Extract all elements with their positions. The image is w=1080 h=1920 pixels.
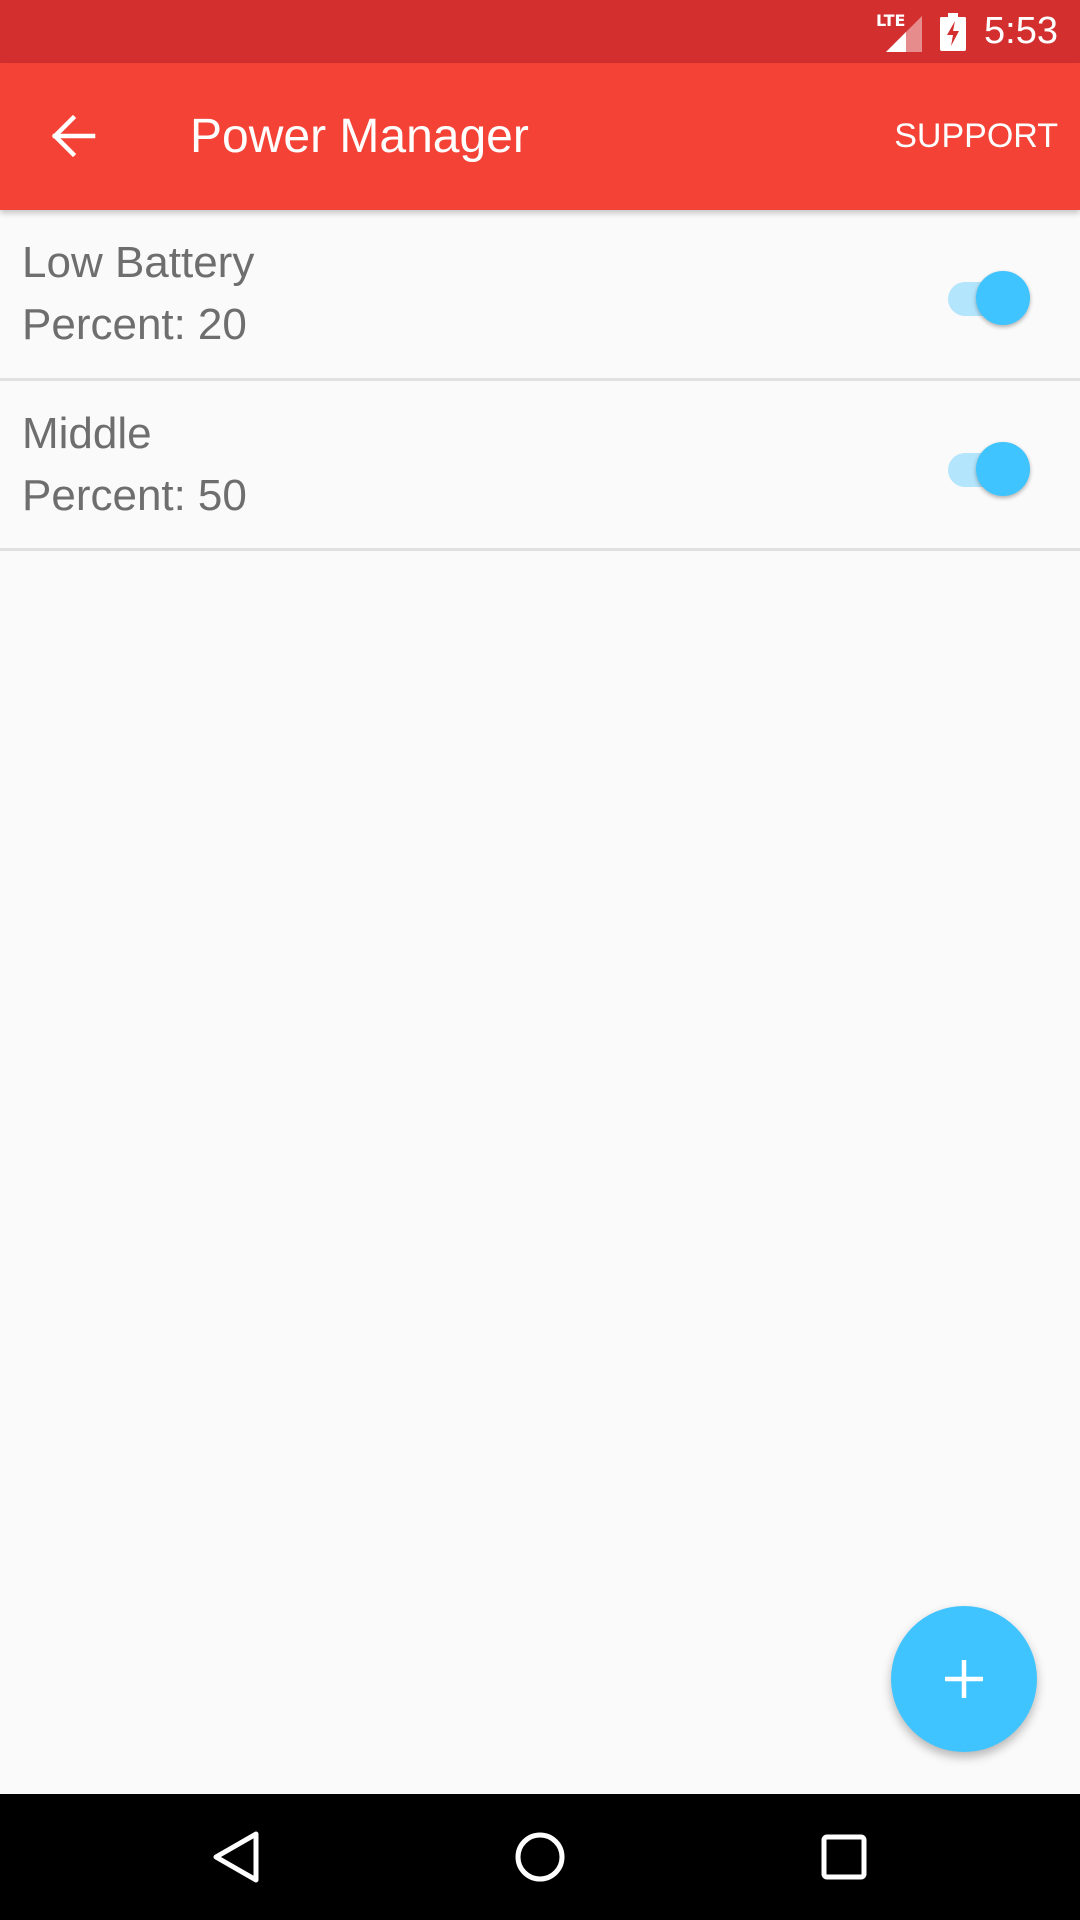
percent-label: Percent: [22,471,186,520]
back-triangle-icon [213,1831,259,1883]
nav-home-button[interactable] [504,1821,576,1893]
battery-charging-icon [940,12,967,51]
status-time: 5:53 [984,10,1058,52]
support-button[interactable]: SUPPORT [894,63,1058,210]
enable-toggle[interactable] [948,436,1030,496]
toggle-thumb [976,271,1030,325]
percent-label: Percent: [22,300,186,349]
toggle-thumb [976,442,1030,496]
signal-icon [886,15,923,52]
lte-signal-icon: LTE [876,11,923,52]
add-button[interactable] [891,1606,1037,1752]
app-bar: Power Manager SUPPORT [0,63,1080,210]
recents-square-icon [821,1834,867,1880]
nav-recents-button[interactable] [808,1821,880,1893]
plus-icon [945,1660,983,1698]
page-title: Power Manager [190,110,529,163]
item-title: Middle [22,409,152,458]
item-percent: Percent: 50 [22,471,247,521]
percent-value: 50 [197,471,247,520]
list-item[interactable]: Middle Percent: 50 [0,381,1080,551]
power-profile-list: Low Battery Percent: 20 Middle Percent: 50 [0,210,1080,551]
status-bar: LTE 5:53 [0,0,1080,63]
navigation-bar [0,1794,1080,1920]
home-circle-icon [515,1832,565,1882]
item-percent: Percent: 20 [22,300,247,350]
back-button[interactable] [42,105,104,167]
nav-back-button[interactable] [200,1821,272,1893]
percent-value: 20 [197,300,247,349]
status-icons: LTE 5:53 [876,0,1058,63]
screen: LTE 5:53 Power Manager SUPPORT Low Batte… [0,0,1080,1920]
arrow-back-icon [51,114,96,158]
item-title: Low Battery [22,238,255,287]
enable-toggle[interactable] [948,265,1030,325]
list-item[interactable]: Low Battery Percent: 20 [0,210,1080,381]
